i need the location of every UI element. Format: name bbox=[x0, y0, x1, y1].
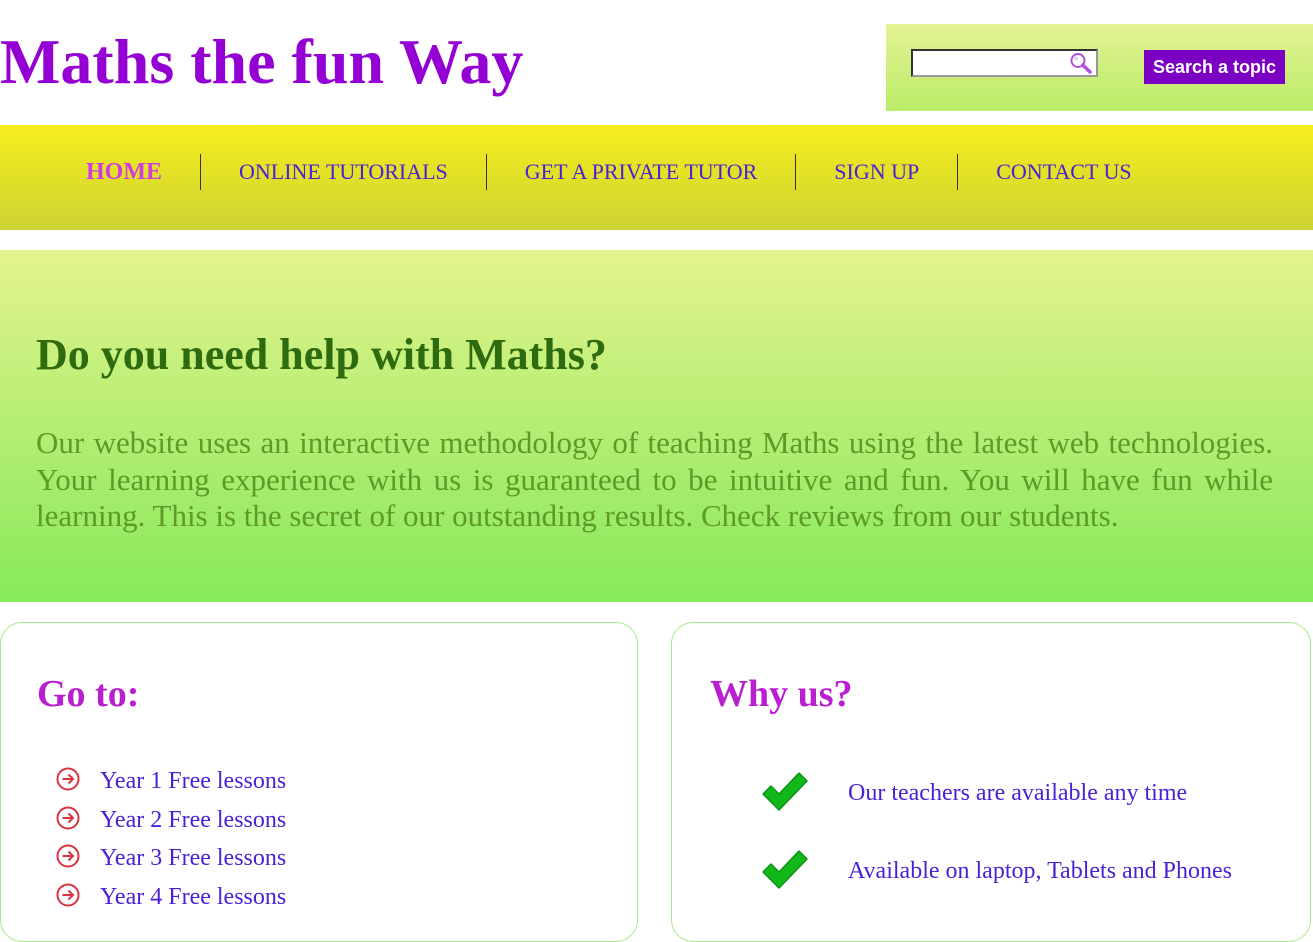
site-title: Maths the fun Way bbox=[0, 26, 524, 97]
nav-item-home[interactable]: HOME bbox=[48, 154, 200, 190]
circle-arrow-right-icon bbox=[56, 883, 80, 906]
search-field[interactable] bbox=[911, 49, 1098, 77]
goto-panel: Go to: Year 1 Free lessons Year 2 Free l… bbox=[0, 622, 638, 942]
main-nav: HOME ONLINE TUTORIALS GET A PRIVATE TUTO… bbox=[0, 125, 1313, 230]
search-box: Search a topic bbox=[886, 24, 1313, 111]
year-1-link[interactable]: Year 1 Free lessons bbox=[100, 762, 286, 800]
circle-arrow-right-icon bbox=[56, 767, 80, 791]
search-topic-button[interactable]: Search a topic bbox=[1144, 50, 1285, 84]
goto-title: Go to: bbox=[37, 673, 140, 715]
year-2-link[interactable]: Year 2 Free lessons bbox=[100, 801, 286, 839]
list-item: Year 1 Free lessons bbox=[55, 762, 286, 801]
why-us-item-text: Available on laptop, Tablets and Phones bbox=[848, 858, 1233, 884]
year-3-link[interactable]: Year 3 Free lessons bbox=[100, 839, 286, 877]
nav-item-online-tutorials[interactable]: ONLINE TUTORIALS bbox=[201, 154, 486, 190]
circle-arrow-right-icon bbox=[56, 806, 80, 829]
nav-items: HOME ONLINE TUTORIALS GET A PRIVATE TUTO… bbox=[48, 154, 1170, 190]
hero-section: Do you need help with Maths? Our website… bbox=[0, 250, 1313, 602]
why-us-list: Our teachers are available any time Avai… bbox=[760, 769, 1232, 925]
year-4-link[interactable]: Year 4 Free lessons bbox=[100, 878, 286, 916]
list-item: Year 2 Free lessons bbox=[55, 801, 286, 840]
nav-item-sign-up[interactable]: SIGN UP bbox=[796, 154, 957, 190]
why-us-panel: Why us? Our teachers are available any t… bbox=[671, 622, 1311, 942]
nav-item-private-tutor[interactable]: GET A PRIVATE TUTOR bbox=[487, 154, 795, 190]
hero-title: Do you need help with Maths? bbox=[36, 330, 607, 379]
list-item: Our teachers are available any time bbox=[760, 769, 1232, 847]
list-item: Year 4 Free lessons bbox=[55, 878, 286, 917]
nav-item-contact-us[interactable]: CONTACT US bbox=[958, 154, 1169, 190]
why-us-title: Why us? bbox=[710, 673, 853, 715]
hero-text: Our website uses an interactive methodol… bbox=[36, 425, 1273, 533]
check-icon bbox=[762, 772, 808, 811]
search-icon[interactable] bbox=[1068, 52, 1094, 74]
why-us-item-text: Our teachers are available any time bbox=[848, 780, 1188, 806]
search-input[interactable] bbox=[913, 51, 1068, 75]
list-item: Available on laptop, Tablets and Phones bbox=[760, 847, 1232, 925]
check-icon bbox=[762, 850, 808, 889]
goto-list: Year 1 Free lessons Year 2 Free lessons … bbox=[55, 762, 286, 916]
list-item: Year 3 Free lessons bbox=[55, 839, 286, 878]
circle-arrow-right-icon bbox=[56, 844, 80, 868]
